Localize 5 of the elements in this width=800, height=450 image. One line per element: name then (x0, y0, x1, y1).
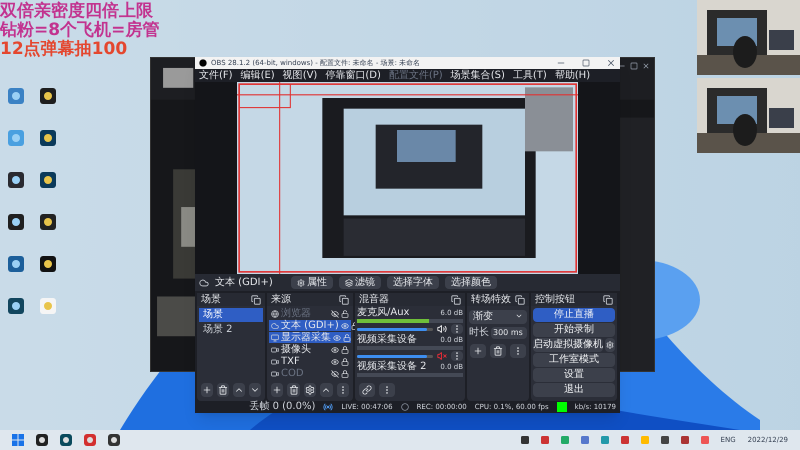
dropped-frames: 丢帧 0 (0.0%) (249, 402, 316, 412)
control-button[interactable]: 退出 (533, 383, 615, 397)
control-button[interactable]: 设置 (533, 368, 615, 382)
overlay-text: 12点弹幕抽100 (0, 40, 128, 59)
source-name: COD (281, 368, 305, 378)
